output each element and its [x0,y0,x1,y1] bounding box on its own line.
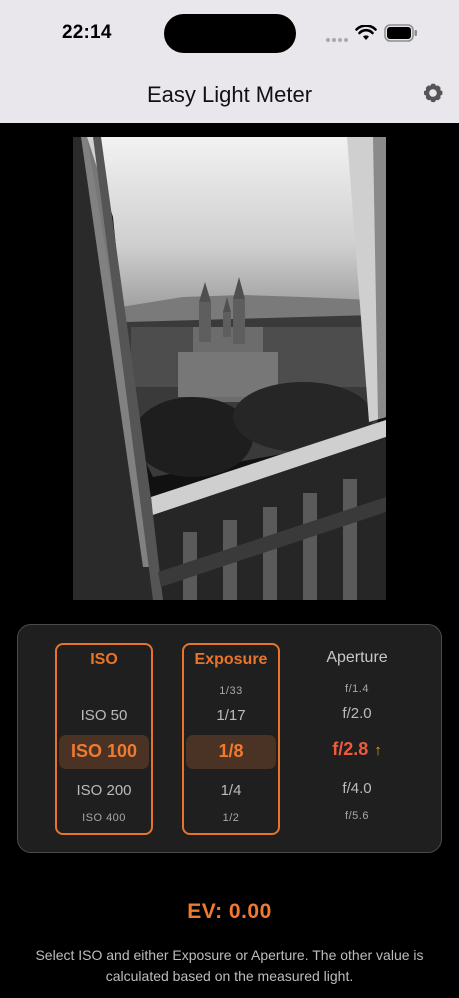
aperture-option[interactable]: f/1.4 [308,683,406,695]
aperture-option[interactable]: f/2.0 [308,705,406,722]
aperture-option[interactable]: f/5.6 [308,810,406,822]
exposure-option[interactable]: 1/4 [184,782,278,799]
arrow-up-icon: ↑ [374,742,382,759]
exposure-option[interactable]: 1/2 [184,812,278,824]
wifi-icon [355,25,377,40]
camera-preview-image [73,137,386,600]
ev-readout: EV: 0.00 [187,900,272,923]
iso-option[interactable]: ISO 400 [57,812,151,824]
gear-icon[interactable] [421,81,445,105]
exposure-option[interactable]: 1/17 [184,707,278,724]
exposure-header: Exposure [194,651,268,668]
help-text: Select ISO and either Exposure or Apertu… [35,947,424,984]
exposure-option[interactable]: 1/33 [184,685,278,697]
status-bar: 22:14 [0,0,459,70]
camera-preview [73,137,386,600]
iso-picker[interactable]: ISO ISO 50 ISO 100 ISO 200 ISO 400 [55,643,153,835]
page-title: Easy Light Meter [146,82,313,107]
cellular-signal-icon [326,29,350,47]
nav-bar: Easy Light Meter [0,70,459,123]
iso-header: ISO [90,651,118,668]
iso-option[interactable]: ISO 200 [57,782,151,799]
aperture-picker[interactable]: Aperture f/1.4 f/2.0 f/2.8 ↑ f/4.0 f/5.6 [308,643,406,835]
aperture-option-selected[interactable]: f/2.8 ↑ [308,739,406,760]
iso-option[interactable]: ISO 50 [57,707,151,724]
battery-icon [384,24,417,42]
exposure-option-selected[interactable]: 1/8 [184,741,278,762]
dynamic-island [164,14,296,53]
iso-option-selected[interactable]: ISO 100 [57,741,151,762]
aperture-computed-value: f/2.8 [332,739,369,759]
exposure-picker-panel: ISO ISO 50 ISO 100 ISO 200 ISO 400 Expos… [17,624,442,853]
aperture-header: Aperture [326,649,388,666]
status-time: 22:14 [62,22,112,43]
exposure-picker[interactable]: Exposure 1/33 1/17 1/8 1/4 1/2 [182,643,280,835]
aperture-option[interactable]: f/4.0 [308,780,406,797]
